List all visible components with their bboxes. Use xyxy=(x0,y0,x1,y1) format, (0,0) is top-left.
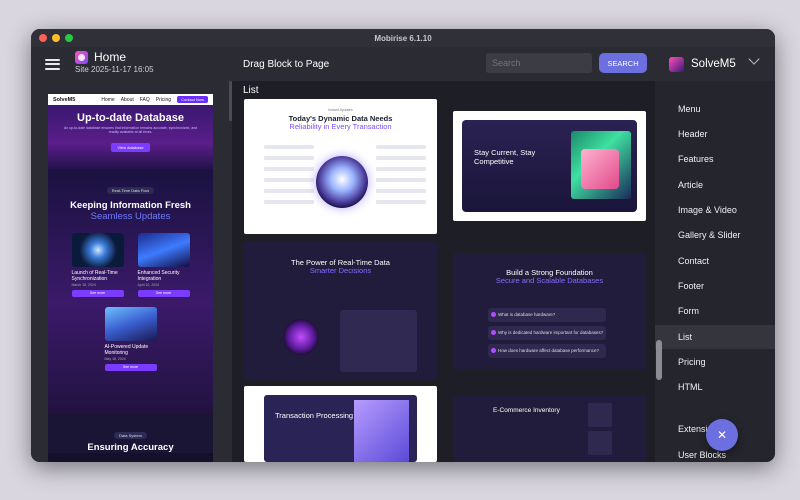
category-label: List xyxy=(243,85,259,96)
preview-nav-item: FAQ xyxy=(139,96,150,103)
preview-hero-cta: View database xyxy=(111,143,150,152)
thumb-orb-image xyxy=(316,156,368,208)
preview-section-subtitle: Seamless Updates xyxy=(90,211,171,222)
category-article[interactable]: Article xyxy=(655,173,775,197)
preview-card-image xyxy=(104,307,157,341)
preview-section-title: Keeping Information Fresh xyxy=(70,200,191,211)
preview-pill: Real-Time Data Flow xyxy=(106,187,155,194)
blocks-scrollbar[interactable] xyxy=(656,340,662,380)
title-bar: Mobirise 6.1.10 xyxy=(31,29,775,47)
preview-card-image xyxy=(71,233,124,267)
thumb-title: E-Commerce Inventory xyxy=(493,407,560,414)
site-name: SolveM5 xyxy=(691,58,736,70)
category-menu[interactable]: Menu xyxy=(655,97,775,121)
preview-hero-text: An up-to-date database ensures that info… xyxy=(63,126,198,134)
thumb-computer-image xyxy=(571,131,631,199)
preview-card-image xyxy=(137,233,190,267)
preview-nav-item: Home xyxy=(101,96,115,103)
preview-nav-item: About xyxy=(120,96,134,103)
preview-card: Launch of Real-Time Synchronization Marc… xyxy=(71,233,124,297)
drag-hint: Drag Block to Page xyxy=(243,58,330,70)
preview-hero-title: Up-to-date Database xyxy=(77,112,184,124)
preview-card-title: AI-Powered Update Monitoring xyxy=(104,344,149,356)
block-library-panel: Drag Block to Page SEARCH List Instant U… xyxy=(232,47,655,462)
preview-navbar: SolveM5 Home About FAQ Pricing Contact N… xyxy=(48,94,213,105)
window-title: Mobirise 6.1.10 xyxy=(374,33,432,43)
search-input[interactable] xyxy=(486,53,592,73)
preview-card-button: See more xyxy=(104,364,157,371)
thumb-title: Stay Current, Stay Competitive xyxy=(474,148,536,166)
block-grid: Instant Updates Today's Dynamic Data Nee… xyxy=(244,99,654,462)
preview-brand: SolveM5 xyxy=(53,96,76,103)
block-categories-panel: SolveM5 Menu Header Features Article Ima… xyxy=(655,47,775,462)
preview-card-title: Enhanced Security Integration xyxy=(137,270,180,282)
thumb-tile xyxy=(588,431,612,455)
block-library-header: Drag Block to Page SEARCH xyxy=(232,47,655,81)
category-contact[interactable]: Contact xyxy=(655,249,775,273)
window-controls xyxy=(39,34,73,42)
preview-card-date: May 18, 2024 xyxy=(104,357,126,361)
maximize-window-button[interactable] xyxy=(65,34,73,42)
block-thumbnail[interactable]: Transaction Processing xyxy=(244,386,437,462)
search-button[interactable]: SEARCH xyxy=(599,53,647,73)
category-features[interactable]: Features xyxy=(655,147,775,171)
block-thumbnail[interactable]: Stay Current, Stay Competitive xyxy=(453,111,646,221)
category-footer[interactable]: Footer xyxy=(655,274,775,298)
category-pricing[interactable]: Pricing xyxy=(655,350,775,374)
close-window-button[interactable] xyxy=(39,34,47,42)
thumb-title: Transaction Processing xyxy=(275,411,354,420)
block-thumbnail[interactable]: Instant Updates Today's Dynamic Data Nee… xyxy=(244,99,437,234)
preview-hero: Up-to-date Database An up-to-date databa… xyxy=(48,105,213,169)
category-form[interactable]: Form xyxy=(655,299,775,323)
site-label: Site 2025-11-17 16:05 xyxy=(75,65,154,74)
category-html[interactable]: HTML xyxy=(655,375,775,399)
thumb-subtitle: Secure and Scalable Databases xyxy=(495,276,604,285)
preview-footer-section: Data System Ensuring Accuracy xyxy=(48,414,213,453)
thumb-subtitle: Reliability in Every Transaction xyxy=(289,122,392,131)
app-window: Mobirise 6.1.10 Home Site 2025-11-17 16:… xyxy=(31,29,775,462)
preview-pill: Data System xyxy=(114,432,147,439)
preview-footer-title: Ensuring Accuracy xyxy=(87,442,174,453)
chevron-down-icon[interactable] xyxy=(748,53,760,65)
preview-card-button: See more xyxy=(137,290,190,297)
block-thumbnail[interactable]: The Power of Real-Time Data Smarter Deci… xyxy=(244,242,437,379)
preview-card-title: Launch of Real-Time Synchronization xyxy=(71,270,118,282)
category-header[interactable]: Header xyxy=(655,122,775,146)
thumb-bullets xyxy=(264,145,314,211)
block-thumbnail[interactable]: Build a Strong Foundation Secure and Sca… xyxy=(453,253,646,369)
thumb-pill: Instant Updates xyxy=(328,108,353,112)
site-logo-icon xyxy=(669,56,684,72)
page-info[interactable]: Home Site 2025-11-17 16:05 xyxy=(75,49,154,74)
preview-nav-item: Pricing xyxy=(155,96,172,103)
preview-card-button: See more xyxy=(71,290,124,297)
category-image-video[interactable]: Image & Video xyxy=(655,198,775,222)
category-gallery-slider[interactable]: Gallery & Slider xyxy=(655,223,775,247)
thumb-faq-item: Why is dedicated hardware important for … xyxy=(488,326,606,340)
category-list[interactable]: List xyxy=(655,325,775,349)
left-panel-header: Home Site 2025-11-17 16:05 xyxy=(31,47,232,81)
page-title: Home xyxy=(94,50,127,64)
close-icon[interactable]: ✕ xyxy=(706,419,738,451)
thumb-subtitle: Smarter Decisions xyxy=(309,266,372,275)
preview-card-date: March 15, 2024 xyxy=(71,283,96,287)
thumb-faq-item: How does hardware affect database perfor… xyxy=(488,344,606,358)
thumb-feature-panel xyxy=(340,310,417,372)
thumb-tile xyxy=(588,403,612,427)
hamburger-menu-icon[interactable] xyxy=(45,58,60,70)
preview-card-date: April 10, 2024 xyxy=(137,283,160,287)
page-preview-panel: Home Site 2025-11-17 16:05 SolveM5 Home … xyxy=(31,47,232,462)
thumb-orb-image xyxy=(283,319,319,355)
site-selector[interactable]: SolveM5 xyxy=(655,47,775,81)
preview-card: AI-Powered Update Monitoring May 18, 202… xyxy=(104,307,157,371)
thumb-faq-item: What is database hardware? xyxy=(488,308,606,322)
thumb-server-image xyxy=(354,400,409,462)
block-thumbnail[interactable]: E-Commerce Inventory xyxy=(453,395,646,462)
minimize-window-button[interactable] xyxy=(52,34,60,42)
preview-updates-section: Real-Time Data Flow Keeping Information … xyxy=(48,169,213,414)
preview-nav-button: Contact Now xyxy=(177,96,208,103)
page-logo-icon xyxy=(75,50,88,64)
page-preview[interactable]: SolveM5 Home About FAQ Pricing Contact N… xyxy=(48,94,213,462)
thumb-bullets xyxy=(376,145,426,211)
preview-card: Enhanced Security Integration April 10, … xyxy=(137,233,190,297)
